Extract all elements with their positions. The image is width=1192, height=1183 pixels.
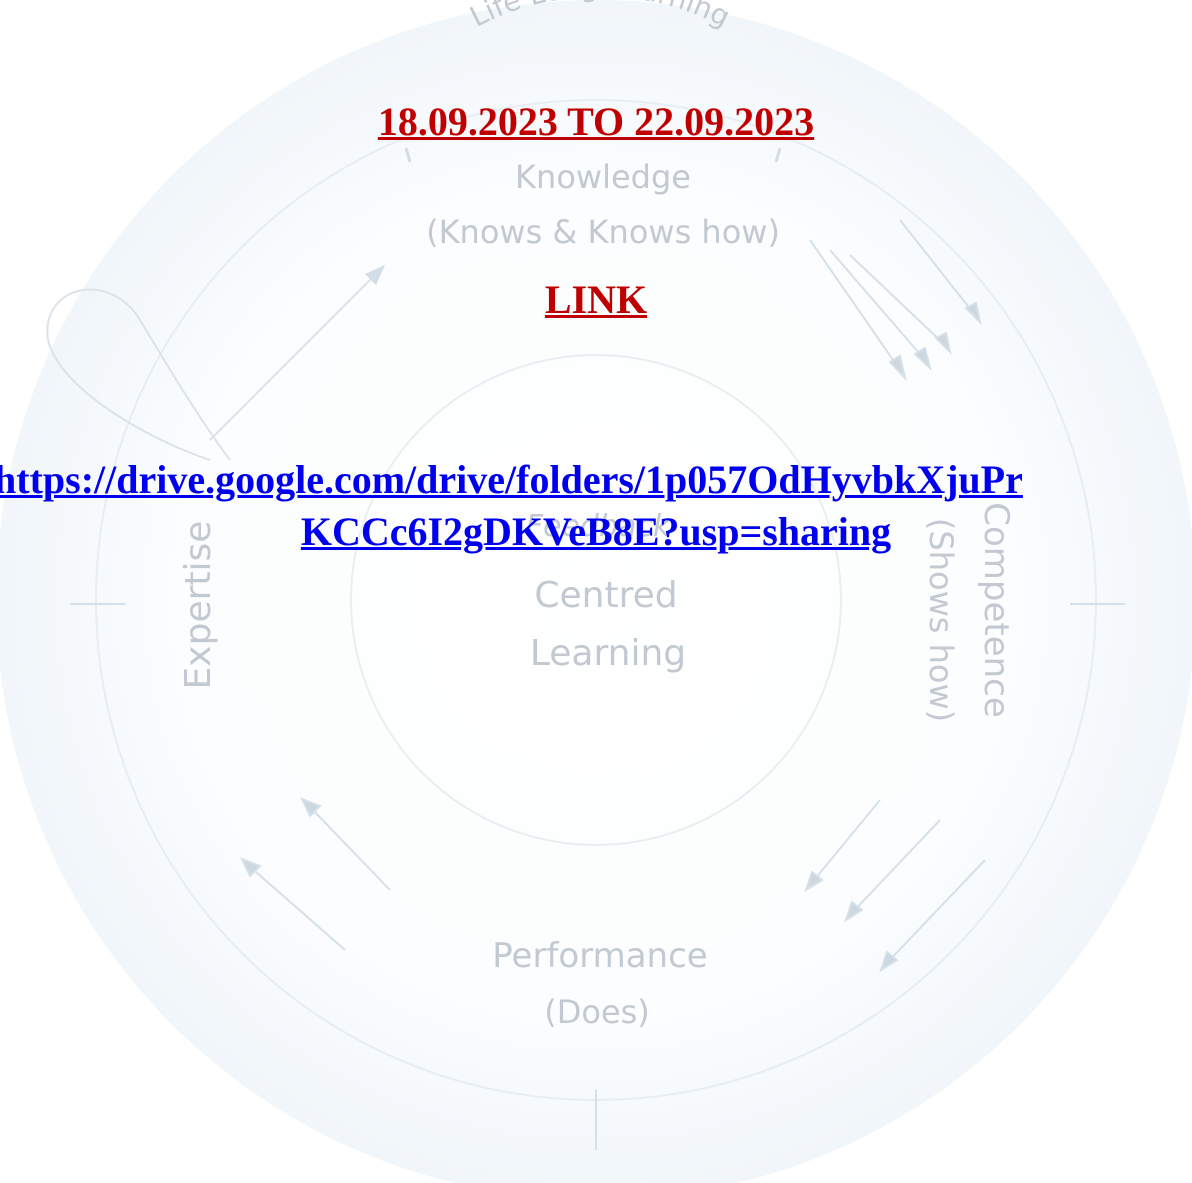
page: Life Long Learning Knowledge (Knows & Kn… bbox=[0, 0, 1192, 1183]
link-heading[interactable]: LINK bbox=[0, 274, 1192, 326]
date-range-heading[interactable]: 18.09.2023 TO 22.09.2023 bbox=[0, 96, 1192, 148]
drive-link-line2[interactable]: KCCc6I2gDKVeB8E?usp=sharing bbox=[0, 506, 1192, 558]
content-layer: 18.09.2023 TO 22.09.2023 LINK https://dr… bbox=[0, 0, 1192, 1183]
drive-link-line1[interactable]: https://drive.google.com/drive/folders/1… bbox=[0, 454, 1023, 506]
